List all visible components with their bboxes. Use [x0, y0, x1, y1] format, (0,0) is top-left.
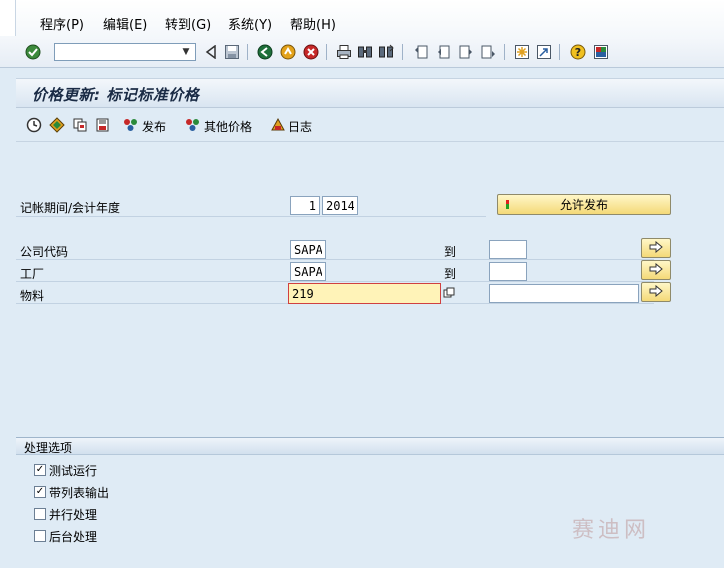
- menu-system[interactable]: 系统(Y): [228, 14, 272, 33]
- log-icon: [270, 117, 286, 136]
- arrow-right-icon: [649, 240, 663, 256]
- cancel-icon[interactable]: [303, 44, 319, 60]
- save-icon[interactable]: [224, 44, 240, 60]
- row-divider: [16, 216, 486, 217]
- release-label: 发布: [142, 119, 167, 134]
- previous-page-icon[interactable]: [436, 44, 452, 60]
- log-label: 日志: [288, 119, 313, 134]
- plant-to-field[interactable]: [489, 262, 527, 281]
- processing-options-group: 处理选项 ✓ 测试运行 ✓ 带列表输出 并行处理 后台处理: [16, 437, 724, 568]
- parallel-processing-label: 并行处理: [49, 507, 98, 522]
- material-multiple-selection-button[interactable]: [641, 282, 671, 302]
- back-triangle-icon[interactable]: [203, 44, 219, 60]
- material-from-field[interactable]: [288, 283, 441, 304]
- execute-button[interactable]: [26, 117, 42, 135]
- menu-help[interactable]: 帮助(H): [290, 14, 336, 33]
- company-code-to-label: 到: [444, 245, 457, 259]
- back-icon[interactable]: [257, 44, 273, 60]
- background-processing-checkbox[interactable]: [34, 530, 46, 542]
- company-code-multiple-selection-button[interactable]: [641, 238, 671, 258]
- release-button[interactable]: 发布: [122, 117, 166, 135]
- group-title: 处理选项: [24, 441, 73, 455]
- first-page-icon[interactable]: [414, 44, 430, 60]
- toolbar-separator: [402, 44, 403, 60]
- allow-release-button[interactable]: 允许发布: [497, 194, 671, 215]
- exit-icon[interactable]: [280, 44, 296, 60]
- other-prices-icon: [184, 117, 202, 136]
- plant-to-label: 到: [444, 267, 457, 281]
- arrow-right-icon: [649, 262, 663, 278]
- last-page-icon[interactable]: [480, 44, 496, 60]
- shortcut-icon[interactable]: [536, 44, 552, 60]
- clock-execute-icon: [26, 117, 42, 136]
- other-prices-button[interactable]: 其他价格: [184, 117, 252, 135]
- copy-button[interactable]: [72, 117, 88, 135]
- page-title: 价格更新: 标记标准价格: [32, 86, 200, 104]
- plant-from-field[interactable]: [290, 262, 326, 281]
- find-icon[interactable]: [357, 44, 373, 60]
- next-page-icon[interactable]: [458, 44, 474, 60]
- material-label: 物料: [20, 289, 45, 303]
- command-field[interactable]: [54, 43, 196, 61]
- toolbar-separator: [504, 44, 505, 60]
- variant-button[interactable]: [49, 116, 65, 136]
- company-code-label: 公司代码: [20, 245, 69, 259]
- menu-edit[interactable]: 编辑(E): [103, 14, 147, 33]
- parallel-processing-checkbox[interactable]: [34, 508, 46, 520]
- toolbar-separator: [326, 44, 327, 60]
- title-bar: 价格更新: 标记标准价格: [16, 78, 724, 108]
- period-label: 记帐期间/会计年度: [20, 201, 121, 215]
- menu-goto[interactable]: 转到(G): [165, 14, 211, 33]
- diamond-variant-icon: [49, 116, 65, 136]
- help-icon[interactable]: ?: [570, 44, 586, 60]
- test-run-option[interactable]: ✓ 测试运行: [34, 462, 97, 478]
- allow-release-label: 允许发布: [559, 198, 608, 212]
- parallel-processing-option[interactable]: 并行处理: [34, 506, 97, 522]
- command-dropdown-icon[interactable]: ▼: [180, 45, 192, 59]
- material-to-field[interactable]: [489, 284, 639, 303]
- menu-program[interactable]: 程序(P): [40, 14, 84, 33]
- standard-toolbar: ▼ ?: [0, 38, 724, 68]
- confirm-icon[interactable]: [25, 44, 41, 60]
- list-output-label: 带列表输出: [49, 485, 110, 500]
- material-matchcode-icon[interactable]: [442, 286, 456, 300]
- svg-text:?: ?: [575, 46, 581, 59]
- window-corner: [0, 0, 16, 36]
- toolbar-separator: [559, 44, 560, 60]
- new-session-icon[interactable]: [514, 44, 530, 60]
- document-red-icon: [95, 117, 111, 136]
- find-next-icon[interactable]: [378, 44, 394, 60]
- company-code-from-field[interactable]: [290, 240, 326, 259]
- group-header: 处理选项: [16, 438, 724, 455]
- row-divider: [16, 281, 654, 282]
- other-prices-label: 其他价格: [204, 119, 253, 134]
- toolbar-separator: [247, 44, 248, 60]
- background-processing-label: 后台处理: [49, 529, 98, 544]
- log-button[interactable]: 日志: [270, 117, 312, 135]
- list-output-checkbox[interactable]: ✓: [34, 486, 46, 498]
- save-variant-button[interactable]: [95, 117, 111, 135]
- background-processing-option[interactable]: 后台处理: [34, 528, 97, 544]
- row-divider: [16, 259, 654, 260]
- application-toolbar: 发布 其他价格 日志: [16, 108, 724, 142]
- posting-period-field[interactable]: [290, 196, 320, 215]
- plant-multiple-selection-button[interactable]: [641, 260, 671, 280]
- arrow-right-icon: [649, 284, 663, 300]
- release-dots-icon: [122, 117, 140, 136]
- company-code-to-field[interactable]: [489, 240, 527, 259]
- test-run-label: 测试运行: [49, 463, 98, 478]
- print-icon[interactable]: [336, 44, 352, 60]
- copy-icon: [72, 117, 88, 136]
- watermark: 赛迪网: [572, 518, 651, 543]
- plant-label: 工厂: [20, 267, 45, 281]
- list-output-option[interactable]: ✓ 带列表输出: [34, 484, 109, 500]
- fiscal-year-field[interactable]: [322, 196, 358, 215]
- test-run-checkbox[interactable]: ✓: [34, 464, 46, 476]
- release-status-icon: [506, 200, 509, 209]
- layout-menu-icon[interactable]: [593, 44, 609, 60]
